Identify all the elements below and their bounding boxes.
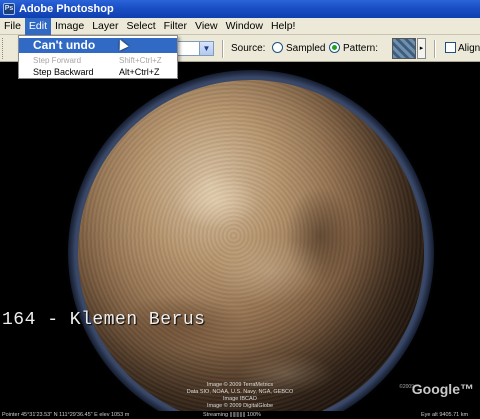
sampled-label: Sampled [286, 43, 326, 54]
pattern-radio[interactable] [329, 42, 340, 53]
divider [222, 40, 224, 58]
app-title: Adobe Photoshop [19, 3, 114, 15]
aligned-label: Aligned [458, 43, 480, 54]
pattern-swatch[interactable] [392, 38, 416, 59]
earth-viewport[interactable]: 164 - Klemen Berus Image © 2009 TerraMet… [0, 62, 480, 411]
menu-item-label: Step Forward [33, 56, 82, 65]
menu-item-label: Step Backward [33, 67, 94, 77]
pointer-coordinates: Pointer 45°31'23.53" N 111°29'36.45" E e… [2, 412, 130, 418]
credit-line: Data SIO, NOAA, U.S. Navy, NGA, GEBCO [186, 389, 294, 395]
sampled-radio[interactable] [272, 42, 283, 53]
pattern-label: Pattern: [343, 43, 379, 54]
menu-item-step-backward[interactable]: Step Backward Alt+Ctrl+Z [19, 66, 177, 79]
edit-menu-dropdown: Can't undo Step Forward Shift+Ctrl+Z Ste… [18, 35, 178, 79]
menu-window[interactable]: Window [222, 18, 267, 35]
menu-edit[interactable]: Edit [24, 17, 52, 35]
photoshop-icon: Ps [3, 3, 15, 15]
menu-item-shortcut: Alt+Ctrl+Z [119, 67, 160, 77]
chevron-down-icon[interactable]: ▼ [199, 42, 213, 55]
caption-overlay: 164 - Klemen Berus [2, 310, 206, 330]
google-logo: Google™ [411, 381, 474, 397]
credit-line: Image © 2009 DigitalGlobe [206, 403, 274, 409]
terrain-texture [78, 80, 424, 411]
menu-filter[interactable]: Filter [160, 18, 191, 35]
aligned-checkbox[interactable] [445, 42, 456, 53]
menu-image[interactable]: Image [51, 18, 88, 35]
menu-item-undo[interactable]: Can't undo [19, 38, 177, 53]
title-bar: Ps Adobe Photoshop [0, 0, 480, 18]
menu-item-label: Can't undo [33, 38, 96, 52]
source-label: Source: [231, 43, 266, 54]
eye-altitude: Eye alt 9405.71 km [421, 412, 469, 418]
menu-view[interactable]: View [191, 18, 222, 35]
divider [434, 40, 436, 58]
streaming-status: Streaming ||||||||||| 100% [203, 412, 261, 418]
earth-globe[interactable] [78, 80, 424, 411]
menu-file[interactable]: File [0, 18, 25, 35]
menu-bar: File Edit Image Layer Select Filter View… [0, 17, 480, 35]
toolbar-grip[interactable] [2, 38, 5, 59]
status-bar: Pointer 45°31'23.53" N 111°29'36.45" E e… [0, 411, 480, 419]
credit-line: Image IBCAO [223, 396, 257, 402]
menu-select[interactable]: Select [122, 18, 159, 35]
menu-help[interactable]: Help! [267, 18, 300, 35]
menu-layer[interactable]: Layer [88, 18, 122, 35]
pattern-picker-arrow-icon[interactable]: ▸ [417, 38, 426, 59]
